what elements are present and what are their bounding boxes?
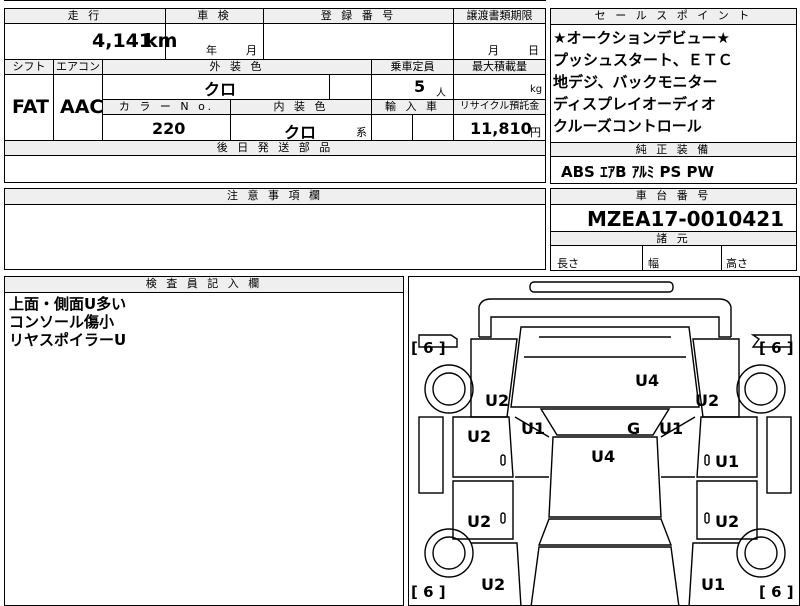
chassis-header: 車 台 番 号 (551, 189, 796, 205)
sales-line: クルーズコントロール (553, 117, 702, 135)
width-label: 幅 (648, 257, 659, 270)
sales-point-box: セ ー ル ス ポ イ ン ト ★オークションデビュー★ プッシュスタート、ＥＴ… (550, 8, 797, 184)
mark-front-fender-right: U2 (695, 391, 720, 410)
mark-rear-quarter-left: U2 (481, 575, 506, 594)
tire-front-left: [ 6 ] (411, 339, 446, 357)
mark-rear-door-left: U2 (467, 512, 492, 531)
chassis-box: 車 台 番 号 MZEA17-0010421 諸 元 長さ 幅 高さ (550, 188, 797, 271)
mileage-unit: km (145, 30, 178, 52)
transfer-month: 月 (488, 44, 499, 57)
dims-header: 諸 元 (551, 231, 796, 246)
interior-color-header: 内 装 色 (231, 100, 371, 115)
height-label: 高さ (726, 257, 748, 270)
shift-value: FAT (12, 96, 49, 118)
mark-windshield: G (627, 419, 641, 438)
damage-diagram: [ 6 ] [ 6 ] [ 6 ] [ 6 ] U4 U2 U2 U1 U1 G… (408, 276, 800, 606)
vehicle-info-table: 走 行 車 検 登 録 番 号 譲渡書類期限 4,141 km 年 月 月 日 … (4, 0, 546, 156)
color-no-header: カ ラ ー N o. (103, 100, 230, 115)
length-label: 長さ (557, 257, 579, 270)
inspector-header: 検 査 員 記 入 欄 (5, 277, 403, 293)
mark-roof: U4 (591, 447, 616, 466)
inspector-line: リヤスポイラーU (9, 331, 127, 349)
capacity-value: 5 (414, 77, 426, 96)
mark-front-fender-left: U2 (485, 391, 510, 410)
exterior-color-header: 外 装 色 (103, 60, 371, 75)
inspector-line: コンソール傷小 (9, 313, 115, 331)
inspection-header: 車 検 (166, 9, 263, 24)
inspector-line: 上面・側面U多い (9, 295, 127, 313)
sales-line: ディスプレイオーディオ (553, 95, 716, 113)
exterior-color-value: クロ (204, 80, 237, 99)
parts-header: 後 日 発 送 部 品 (5, 141, 545, 155)
mark-rear-quarter-right: U1 (701, 575, 726, 594)
shift-header: シフト (5, 60, 53, 75)
tire-front-right: [ 6 ] (759, 339, 794, 357)
import-header: 輸 入 車 (372, 100, 453, 115)
inspection-month: 月 (246, 44, 257, 57)
aircon-header: エアコン (54, 60, 102, 75)
recycle-header: リサイクル預託金 (454, 100, 545, 115)
recycle-unit: 円 (530, 126, 541, 139)
capacity-header: 乗車定員 (372, 60, 453, 75)
equipment-header: 純 正 装 備 (551, 142, 796, 157)
mark-rear-door-right: U2 (715, 512, 740, 531)
registration-header: 登 録 番 号 (264, 9, 453, 24)
equipment-value: ABS ｴｱB ｱﾙﾐ PS PW (561, 163, 715, 181)
max-load-header: 最大積載量 (454, 60, 545, 75)
inspector-box: 検 査 員 記 入 欄 上面・側面U多い コンソール傷小 リヤスポイラーU (4, 276, 404, 606)
sales-line: 地デジ、バックモニター (553, 73, 718, 91)
notes-header: 注 意 事 項 欄 (5, 189, 545, 205)
transfer-day: 日 (528, 44, 539, 57)
mark-pillar-right: U1 (659, 419, 684, 438)
mileage-value: 4,141 (92, 30, 153, 52)
color-no-value: 220 (152, 119, 186, 138)
mark-front-door-right: U1 (715, 452, 740, 471)
tire-rear-left: [ 6 ] (411, 583, 446, 601)
parts-field (4, 155, 546, 183)
mark-pillar-left: U1 (521, 419, 546, 438)
chassis-number: MZEA17-0010421 (587, 207, 785, 231)
tire-rear-right: [ 6 ] (759, 583, 794, 601)
sales-line: プッシュスタート、ＥＴＣ (553, 51, 733, 69)
sales-point-header: セ ー ル ス ポ イ ン ト (551, 9, 796, 25)
max-load-unit: kg (530, 84, 543, 95)
capacity-unit: 人 (436, 88, 446, 99)
sales-line: ★オークションデビュー★ (553, 29, 730, 47)
notes-box: 注 意 事 項 欄 (4, 188, 546, 270)
interior-color-suffix: 系 (356, 126, 367, 139)
aircon-value: AAC (60, 96, 104, 118)
mark-hood: U4 (635, 371, 660, 390)
mileage-header: 走 行 (5, 9, 165, 24)
inspection-year: 年 (206, 44, 217, 57)
transfer-deadline-header: 譲渡書類期限 (454, 9, 545, 24)
recycle-value: 11,810 (470, 119, 532, 138)
mark-front-door-left: U2 (467, 427, 492, 446)
